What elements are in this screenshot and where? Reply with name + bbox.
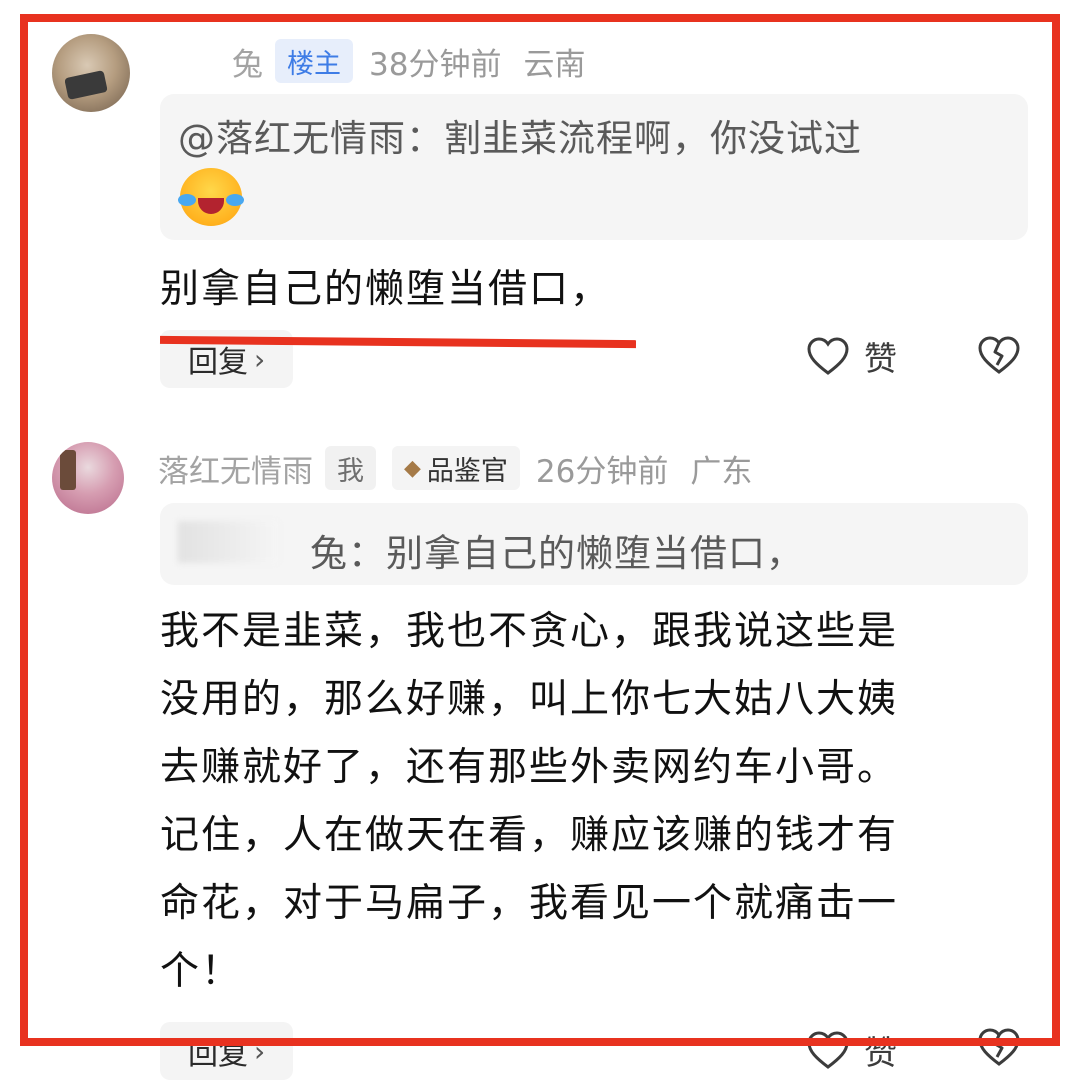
like-button[interactable]: 赞 — [806, 1026, 897, 1074]
broken-heart-icon — [978, 1028, 1020, 1066]
blurred-username — [178, 521, 278, 563]
comment-text-line: 没用的，那么好赚，叫上你七大姑八大姨 — [160, 677, 899, 722]
host-badge: 楼主 — [275, 39, 353, 83]
heart-outline-icon — [807, 1031, 849, 1069]
comment-text: 别拿自己的懒堕当借口， — [160, 267, 612, 312]
avatar[interactable] — [52, 34, 130, 112]
reply-button[interactable]: 回复 › — [160, 1022, 294, 1080]
diamond-icon: ◆ — [404, 455, 421, 481]
avatar[interactable] — [52, 442, 124, 514]
dislike-button[interactable] — [976, 334, 1022, 380]
chevron-right-icon: › — [254, 342, 266, 376]
comment-text-line: 记住，人在做天在看，赚应该赚的钱才有 — [160, 813, 899, 858]
title-badge: ◆ 品鉴官 — [392, 446, 520, 490]
title-badge-label: 品鉴官 — [426, 455, 508, 487]
dislike-button[interactable] — [976, 1026, 1022, 1072]
like-label: 赞 — [864, 1033, 897, 1072]
like-label: 赞 — [864, 339, 897, 378]
like-button[interactable]: 赞 — [806, 332, 897, 380]
comment-meta: 兔 楼主 38分钟前 云南 — [232, 38, 585, 84]
comment-location: 广东 — [690, 453, 753, 490]
heart-outline-icon — [807, 337, 849, 375]
quoted-reply[interactable]: 兔：别拿自己的懒堕当借口， — [160, 503, 1028, 585]
username[interactable]: 兔 — [232, 39, 263, 84]
quoted-text: 兔：别拿自己的懒堕当借口， — [310, 532, 804, 575]
me-badge: 我 — [325, 446, 376, 490]
comment-time: 38分钟前 — [369, 46, 502, 83]
comment-text-line: 去赚就好了，还有那些外卖网约车小哥。 — [160, 745, 899, 790]
chevron-right-icon: › — [254, 1034, 266, 1068]
comment-time: 26分钟前 — [535, 453, 669, 490]
laughing-crying-emoji-icon — [178, 168, 244, 226]
comment-text-line: 命花，对于马扁子，我看见一个就痛击一 — [160, 881, 899, 926]
username[interactable]: 落红无情雨 — [158, 446, 313, 491]
comment-text-line: 个！ — [160, 949, 243, 994]
quoted-text: @落红无情雨：割韭菜流程啊，你没试过 — [178, 117, 862, 160]
quoted-reply[interactable]: @落红无情雨：割韭菜流程啊，你没试过 — [160, 94, 1028, 240]
comment-text: 我不是韭菜，我也不贪心，跟我说这些是 没用的，那么好赚，叫上你七大姑八大姨 去赚… — [160, 598, 1030, 1006]
broken-heart-icon — [978, 336, 1020, 374]
comment-location: 云南 — [523, 46, 586, 83]
comment-meta: 落红无情雨 我 ◆ 品鉴官 26分钟前 广东 — [158, 445, 752, 491]
comment-text-line: 我不是韭菜，我也不贪心，跟我说这些是 — [160, 609, 899, 654]
reply-label: 回复 — [188, 1037, 248, 1072]
comment-thread-screenshot: 兔 楼主 38分钟前 云南 @落红无情雨：割韭菜流程啊，你没试过 别拿自己的懒堕… — [0, 0, 1080, 1090]
